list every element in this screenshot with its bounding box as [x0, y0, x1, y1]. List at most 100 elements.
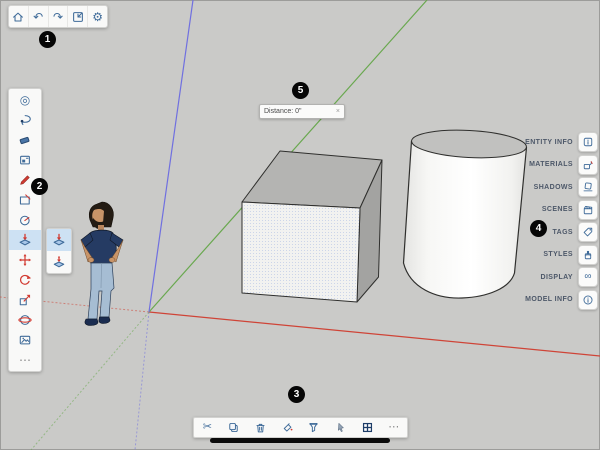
- scale-icon: [18, 293, 32, 307]
- move-tool-button[interactable]: [9, 250, 41, 270]
- model-info-button[interactable]: [578, 290, 598, 310]
- orbit-icon: [18, 313, 32, 327]
- annotation-badge-5: 5: [292, 82, 309, 99]
- viewport[interactable]: ↶ ↷ ⚙ ◎ ⋯ ENTITY INFO MATERIALS: [0, 0, 600, 450]
- panel-row-display: DISPLAY ∞: [541, 267, 599, 287]
- display-button[interactable]: ∞: [578, 267, 598, 287]
- eraser-tool-button[interactable]: [9, 130, 41, 150]
- copy-button[interactable]: [222, 418, 246, 437]
- copy-icon: [227, 421, 240, 434]
- panel-row-entity-info: ENTITY INFO: [525, 132, 598, 152]
- home-button[interactable]: [9, 6, 29, 27]
- top-toolbar: ↶ ↷ ⚙: [8, 5, 108, 28]
- ellipsis-icon: ⋯: [387, 421, 400, 434]
- entity-info-button[interactable]: [578, 132, 598, 152]
- filter-button[interactable]: [302, 418, 326, 437]
- settings-button[interactable]: ⚙: [88, 6, 107, 27]
- cylinder-geometry[interactable]: [404, 128, 528, 299]
- model-info-label: MODEL INFO: [525, 296, 573, 303]
- measurement-box[interactable]: Distance: 0" ×: [259, 104, 345, 119]
- close-icon[interactable]: ×: [336, 108, 340, 115]
- home-icon: [11, 10, 25, 24]
- paint-tool-button[interactable]: [9, 150, 41, 170]
- pushpull-option-button[interactable]: [47, 229, 71, 251]
- select-tool-button[interactable]: ◎: [9, 90, 41, 110]
- annotation-badge-2: 2: [31, 178, 48, 195]
- export-icon: [71, 10, 85, 24]
- scenes-label: SCENES: [542, 206, 573, 213]
- materials-label: MATERIALS: [529, 161, 573, 168]
- styles-icon: [582, 249, 594, 261]
- scenes-button[interactable]: [578, 200, 598, 220]
- rotate-icon: [18, 273, 32, 287]
- annotation-badge-4: 4: [530, 220, 547, 237]
- image-tool-button[interactable]: [9, 330, 41, 350]
- shadows-label: SHADOWS: [534, 184, 573, 191]
- hourglass-icon: [307, 421, 320, 434]
- shadows-icon: [582, 181, 594, 193]
- undo-icon: ↶: [31, 10, 45, 24]
- left-toolbar: ◎ ⋯: [8, 88, 42, 372]
- more-button[interactable]: ⋯: [382, 418, 406, 437]
- tags-button[interactable]: [578, 222, 598, 242]
- entity-info-icon: [582, 136, 594, 148]
- styles-label: STYLES: [543, 251, 573, 258]
- lasso-tool-button[interactable]: [9, 110, 41, 130]
- annotation-badge-3: 3: [288, 386, 305, 403]
- checkerboard-icon: [361, 421, 374, 434]
- panel-row-tags: TAGS: [552, 222, 598, 242]
- eraser-icon: [18, 133, 32, 147]
- cursor-icon: [334, 421, 347, 434]
- pushpull-alt-icon: [52, 255, 66, 269]
- home-indicator[interactable]: [210, 438, 390, 443]
- delete-button[interactable]: [249, 418, 273, 437]
- redo-icon: ↷: [51, 10, 65, 24]
- cursor-button[interactable]: [328, 418, 352, 437]
- trash-icon: [254, 421, 267, 434]
- scissors-icon: ✂: [201, 421, 214, 434]
- pushpull-icon: [18, 233, 32, 247]
- rotate-tool-button[interactable]: [9, 270, 41, 290]
- materials-button[interactable]: [578, 155, 598, 175]
- export-button[interactable]: [68, 6, 88, 27]
- image-icon: [18, 333, 32, 347]
- display-label: DISPLAY: [541, 274, 574, 281]
- panel-row-model-info: MODEL INFO: [525, 290, 598, 310]
- pattern-button[interactable]: [355, 418, 379, 437]
- paint-bucket-icon: [281, 421, 294, 434]
- pushpull-variant-option-button[interactable]: [47, 251, 71, 273]
- panel-row-styles: STYLES: [543, 245, 598, 265]
- pushpull-tool-button[interactable]: [9, 230, 41, 250]
- box-geometry[interactable]: [242, 151, 382, 302]
- scale-tool-button[interactable]: [9, 290, 41, 310]
- gear-icon: ⚙: [91, 10, 105, 24]
- undo-button[interactable]: ↶: [29, 6, 49, 27]
- pushpull-icon: [52, 233, 66, 247]
- bottom-toolbar: ✂ ⋯: [193, 417, 408, 438]
- display-icon: ∞: [582, 271, 594, 283]
- paint-button[interactable]: [275, 418, 299, 437]
- panel-row-scenes: SCENES: [542, 200, 598, 220]
- circle-tool-button[interactable]: [9, 210, 41, 230]
- shadows-button[interactable]: [578, 177, 598, 197]
- styles-button[interactable]: [578, 245, 598, 265]
- panel-row-shadows: SHADOWS: [534, 177, 598, 197]
- materials-icon: [582, 159, 594, 171]
- select-icon: ◎: [18, 93, 32, 107]
- pencil-icon: [18, 173, 32, 187]
- pushpull-flyout: [46, 228, 72, 274]
- orbit-tool-button[interactable]: [9, 310, 41, 330]
- distance-value[interactable]: Distance: 0": [264, 108, 302, 115]
- tags-label: TAGS: [552, 229, 573, 236]
- panel-row-materials: MATERIALS: [529, 155, 598, 175]
- cut-button[interactable]: ✂: [195, 418, 219, 437]
- circle-icon: [18, 213, 32, 227]
- redo-button[interactable]: ↷: [49, 6, 69, 27]
- paint-icon: [18, 153, 32, 167]
- move-icon: [18, 253, 32, 267]
- tags-icon: [582, 226, 594, 238]
- more-tools-button[interactable]: ⋯: [9, 350, 41, 370]
- scenes-icon: [582, 204, 594, 216]
- model-info-icon: [582, 294, 594, 306]
- ellipsis-icon: ⋯: [18, 353, 32, 367]
